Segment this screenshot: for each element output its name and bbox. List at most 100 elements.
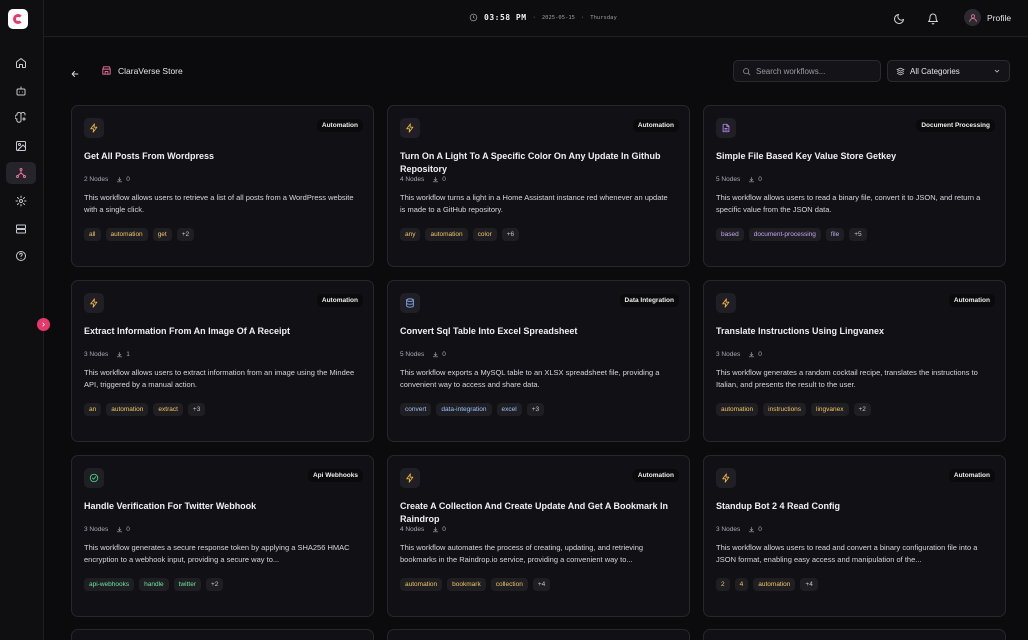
home-icon[interactable] — [9, 52, 33, 74]
bot-icon[interactable] — [9, 80, 33, 102]
tag[interactable]: twitter — [173, 578, 201, 591]
card-meta: 4 Nodes 0 — [400, 526, 446, 533]
more-tags[interactable]: +4 — [800, 578, 818, 591]
download-count: 0 — [432, 526, 446, 533]
tag[interactable]: excel — [496, 403, 522, 416]
tag[interactable]: convert — [400, 403, 432, 416]
node-count: 3 Nodes — [84, 526, 109, 533]
more-tags[interactable]: +3 — [187, 403, 206, 416]
tag[interactable]: all — [84, 228, 101, 241]
download-icon — [749, 176, 755, 183]
tag[interactable]: automation — [105, 228, 148, 241]
download-count: 0 — [116, 526, 130, 533]
card-meta: 2 Nodes 0 — [84, 176, 130, 183]
tag[interactable]: api-webhooks — [84, 578, 135, 591]
help-icon[interactable] — [9, 245, 33, 267]
avatar — [964, 9, 981, 26]
card-description: This workflow automates the process of c… — [400, 543, 644, 564]
card-title[interactable]: Turn On A Light To A Specific Color On A… — [400, 150, 669, 176]
bolt-icon — [400, 468, 420, 488]
tag[interactable]: automation — [425, 228, 468, 241]
tag[interactable]: automation — [753, 578, 796, 591]
card-title[interactable]: Handle Verification For Twitter Webhook — [84, 500, 353, 513]
more-tags[interactable]: +6 — [501, 228, 520, 241]
tag[interactable]: automation — [400, 578, 443, 591]
card-description: This workflow turns a light in a Home As… — [400, 193, 668, 214]
bell-icon[interactable] — [927, 12, 939, 25]
card-title[interactable]: Get All Posts From Wordpress — [84, 150, 353, 163]
more-tags[interactable]: +2 — [853, 403, 871, 416]
more-tags[interactable]: +2 — [176, 228, 195, 241]
workflow-card[interactable]: Automation Standup Bot 2 4 Read Config 3… — [703, 455, 1006, 617]
card-meta: 3 Nodes 0 — [84, 526, 130, 533]
card-title[interactable]: Standup Bot 2 4 Read Config — [716, 500, 985, 513]
tag[interactable]: 2 — [716, 578, 730, 591]
tag[interactable]: based — [716, 228, 744, 241]
search-icon — [743, 67, 751, 75]
tag[interactable]: document-processing — [748, 228, 821, 241]
bolt-icon — [716, 293, 736, 313]
tag[interactable]: an — [84, 403, 102, 416]
clara-logo[interactable] — [8, 9, 28, 29]
workflow-card-partial[interactable] — [71, 629, 374, 640]
search-box[interactable] — [733, 60, 881, 82]
more-tags[interactable]: +5 — [849, 228, 867, 241]
tag[interactable]: handle — [139, 578, 169, 591]
more-tags[interactable]: +3 — [526, 403, 545, 416]
tag[interactable]: get — [152, 228, 172, 241]
search-input[interactable] — [756, 66, 876, 76]
bolt-icon — [716, 468, 736, 488]
tag[interactable]: lingvanex — [811, 403, 849, 416]
tag[interactable]: automation — [106, 403, 149, 416]
tag[interactable]: instructions — [763, 403, 807, 416]
page-title: ClaraVerse Store — [118, 65, 183, 76]
profile-button[interactable]: Profile — [964, 9, 1011, 26]
tag-list: 2 4 automation +4 — [716, 578, 818, 591]
brain-icon[interactable] — [9, 107, 33, 129]
workflow-card[interactable]: Automation Extract Information From An I… — [71, 280, 374, 442]
node-count: 5 Nodes — [716, 176, 741, 183]
workflow-card-partial[interactable] — [387, 629, 690, 640]
card-title[interactable]: Create A Collection And Create Update An… — [400, 500, 669, 526]
tag[interactable]: data-integration — [436, 403, 492, 416]
server-icon[interactable] — [9, 218, 33, 240]
workflow-card-partial[interactable] — [703, 629, 1006, 640]
card-title[interactable]: Convert Sql Table Into Excel Spreadsheet — [400, 325, 669, 338]
card-title[interactable]: Translate Instructions Using Lingvanex — [716, 325, 985, 338]
tag[interactable]: color — [472, 228, 497, 241]
workflow-card[interactable]: Api Webhooks Handle Verification For Twi… — [71, 455, 374, 617]
workflow-card[interactable]: Automation Get All Posts From Wordpress … — [71, 105, 374, 267]
moon-icon[interactable] — [893, 12, 905, 24]
workflow-card[interactable]: Automation Turn On A Light To A Specific… — [387, 105, 690, 267]
tag[interactable]: 4 — [734, 578, 749, 591]
network-icon[interactable] — [6, 162, 36, 184]
category-badge: Api Webhooks — [307, 469, 363, 482]
tag[interactable]: bookmark — [447, 578, 486, 591]
tag-list: an automation extract +3 — [84, 403, 206, 416]
tag-list: convert data-integration excel +3 — [400, 403, 545, 416]
card-description: This workflow allows users to read and c… — [716, 543, 978, 564]
download-icon — [117, 526, 123, 533]
download-count: 0 — [748, 526, 762, 533]
workflow-card[interactable]: Document Processing Simple File Based Ke… — [703, 105, 1006, 267]
tag[interactable]: file — [825, 228, 845, 241]
more-tags[interactable]: +4 — [532, 578, 551, 591]
download-icon — [749, 526, 755, 533]
tag[interactable]: any — [400, 228, 421, 241]
tag[interactable]: extract — [153, 403, 183, 416]
category-select[interactable]: All Categories — [887, 60, 1010, 82]
tag-list: api-webhooks handle twitter +2 — [84, 578, 224, 591]
workflow-card[interactable]: Automation Translate Instructions Using … — [703, 280, 1006, 442]
tag[interactable]: collection — [490, 578, 528, 591]
workflow-card[interactable]: Data Integration Convert Sql Table Into … — [387, 280, 690, 442]
settings-icon[interactable] — [9, 190, 33, 212]
back-button[interactable] — [70, 66, 80, 77]
card-title[interactable]: Extract Information From An Image Of A R… — [84, 325, 353, 338]
image-icon[interactable] — [9, 135, 33, 157]
card-title[interactable]: Simple File Based Key Value Store Getkey — [716, 150, 985, 163]
workflow-card[interactable]: Automation Create A Collection And Creat… — [387, 455, 690, 617]
more-tags[interactable]: +2 — [205, 578, 224, 591]
tag[interactable]: automation — [716, 403, 759, 416]
expand-sidebar-button[interactable] — [37, 318, 50, 331]
download-count: 0 — [116, 176, 130, 183]
